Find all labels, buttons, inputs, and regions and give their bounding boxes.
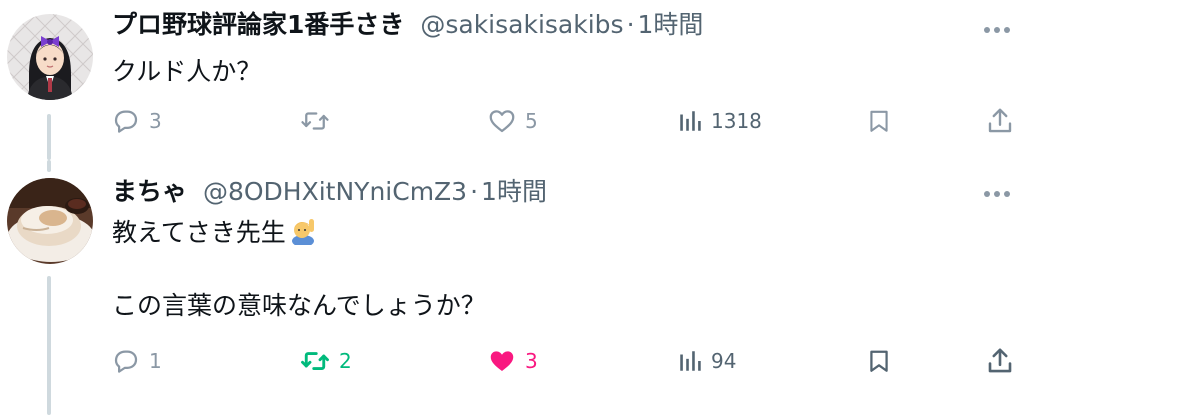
avatar-tweet-1[interactable] <box>7 14 93 100</box>
timestamp[interactable]: 1時間 <box>638 10 704 39</box>
like-count: 3 <box>525 349 538 373</box>
retweet-button[interactable] <box>299 106 339 136</box>
share-button[interactable] <box>985 346 1015 376</box>
views-button[interactable]: 1318 <box>677 106 762 136</box>
more-icon[interactable] <box>984 27 1010 33</box>
share-icon <box>988 348 1012 373</box>
display-name[interactable]: まちゃ <box>112 177 187 206</box>
tweet-1-header: プロ野球評論家1番手さき @sakisakisakibs · 1時間 <box>112 10 703 40</box>
views-count: 1318 <box>711 109 762 133</box>
thread-line <box>47 160 51 172</box>
views-icon <box>680 111 701 131</box>
reply-count: 1 <box>149 349 162 373</box>
retweet-count: 2 <box>339 349 352 373</box>
separator-dot: · <box>626 10 635 39</box>
reply-icon <box>114 350 138 373</box>
retweet-button[interactable]: 2 <box>299 346 352 376</box>
thread-line <box>47 114 51 160</box>
tweet-1: プロ野球評論家1番手さき @sakisakisakibs · 1時間 クルド人か？ … <box>0 0 1200 160</box>
reply-button[interactable]: 3 <box>111 106 162 136</box>
reply-count: 3 <box>149 109 162 133</box>
tweet-text-line: クルド人か？ <box>112 57 262 86</box>
tweet-text-line: 教えてさき先生 <box>112 215 486 254</box>
like-button[interactable]: 5 <box>487 106 538 136</box>
share-button[interactable] <box>985 106 1015 136</box>
retweet-icon <box>301 112 329 130</box>
tweet-text-line <box>112 254 486 289</box>
bookmark-icon <box>870 350 888 372</box>
tweet-2-header: まちゃ @8ODHXitNYniCmZ3 · 1時間 <box>112 177 547 207</box>
like-icon <box>489 110 515 133</box>
like-count: 5 <box>525 109 538 133</box>
person-raising-hand-emoji-icon <box>288 215 318 254</box>
bookmark-icon <box>870 110 888 132</box>
bookmark-button[interactable] <box>866 346 892 376</box>
tweet-text-line: この言葉の意味なんでしょうか？ <box>112 291 486 320</box>
thread-line <box>47 276 51 415</box>
views-icon <box>680 351 701 371</box>
timestamp[interactable]: 1時間 <box>481 177 547 206</box>
separator-dot: · <box>470 177 479 206</box>
like-button[interactable]: 3 <box>487 346 538 376</box>
more-icon[interactable] <box>984 191 1010 197</box>
user-handle[interactable]: @8ODHXitNYniCmZ3 <box>203 177 467 206</box>
views-button[interactable]: 94 <box>677 346 736 376</box>
tweet-text-segment: 教えてさき先生 <box>112 218 286 247</box>
display-name[interactable]: プロ野球評論家1番手さき <box>112 10 404 39</box>
share-icon <box>988 108 1012 133</box>
bookmark-button[interactable] <box>866 106 892 136</box>
reply-button[interactable]: 1 <box>111 346 162 376</box>
avatar-tweet-2[interactable] <box>7 178 93 264</box>
tweet-1-text: クルド人か？ <box>112 54 261 89</box>
reply-icon <box>114 110 138 133</box>
tweet-2: まちゃ @8ODHXitNYniCmZ3 · 1時間 教えてさき先生 この言葉の意味… <box>0 160 1200 415</box>
retweet-icon <box>301 352 329 370</box>
like-icon <box>490 351 514 371</box>
user-handle[interactable]: @sakisakisakibs <box>420 10 623 39</box>
views-count: 94 <box>711 349 737 373</box>
tweet-2-text: 教えてさき先生 この言葉の意味なんでしょうか？ <box>112 215 486 323</box>
